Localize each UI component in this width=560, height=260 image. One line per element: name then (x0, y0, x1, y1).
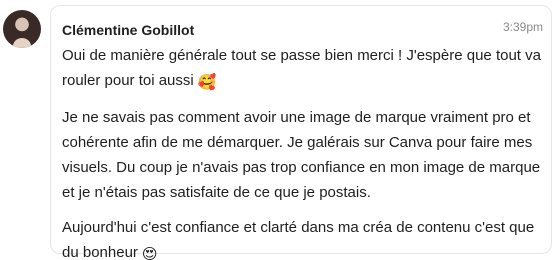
message-paragraph-1: Oui de manière générale tout se passe bi… (62, 43, 547, 95)
chat-message: Clémentine Gobillot 3:39pm Oui de manièr… (0, 0, 560, 260)
message-timestamp: 3:39pm (502, 20, 543, 34)
message-bubble: Clémentine Gobillot 3:39pm Oui de manièr… (50, 5, 552, 260)
author-name[interactable]: Clémentine Gobillot (62, 22, 194, 38)
message-paragraph-3-text: Aujourd'hui c'est confiance et clarté da… (62, 219, 535, 260)
avatar[interactable] (3, 10, 41, 48)
heart-eyes-icon: 😍 (141, 246, 158, 260)
message-paragraph-3: Aujourd'hui c'est confiance et clarté da… (62, 215, 547, 260)
smiling-face-with-hearts-icon: 🥰 (197, 74, 217, 91)
message-paragraph-2: Je ne savais pas comment avoir une image… (62, 105, 547, 205)
message-paragraph-1-text: Oui de manière générale tout se passe bi… (62, 47, 541, 89)
message-paragraph-2-text: Je ne savais pas comment avoir une image… (62, 109, 541, 201)
